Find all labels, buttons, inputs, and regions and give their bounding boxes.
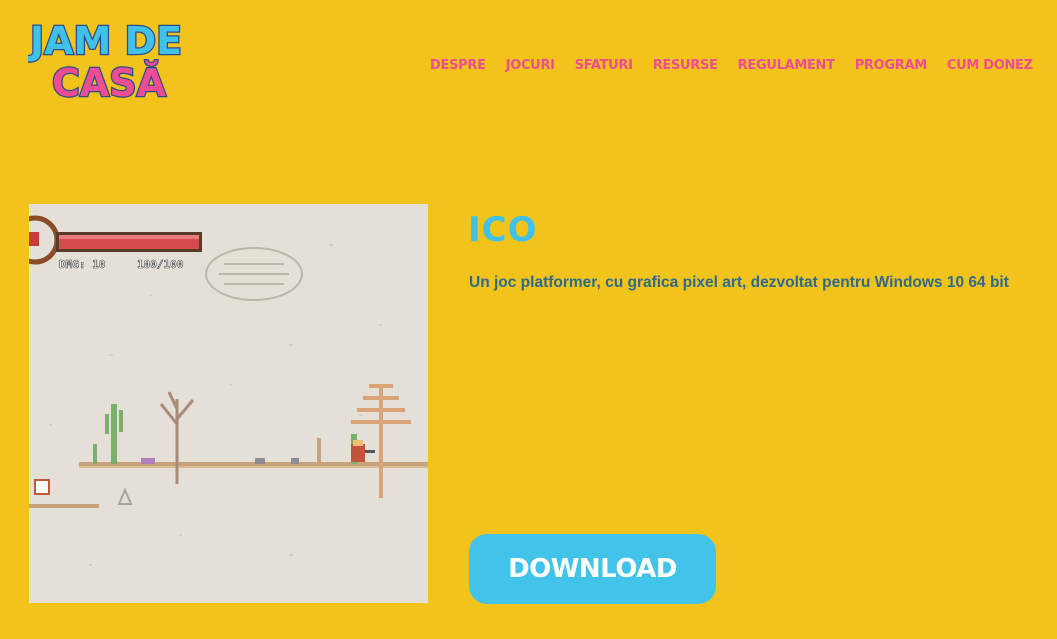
nav-program[interactable]: PROGRAM [855,56,927,76]
hud-dmg-text: DMG: 10 [59,258,105,271]
nav-resurse[interactable]: RESURSE [653,56,718,76]
nav-sfaturi[interactable]: SFATURI [575,56,633,76]
game-screenshot-art: DMG: 10 100/100 [29,204,428,603]
game-description: Un joc platformer, cu grafica pixel art,… [469,274,1009,291]
site-logo[interactable]: JAM DE CASĂ [28,16,196,102]
nav-despre[interactable]: DESPRE [430,56,486,76]
nav-jocuri[interactable]: JOCURI [506,56,555,76]
game-title: ICO [468,210,538,250]
hud-hp-text: 100/100 [137,258,183,271]
logo-line2: CASĂ [52,61,167,102]
download-button[interactable]: DOWNLOAD [469,534,716,604]
game-screenshot: DMG: 10 100/100 [29,204,428,603]
main-nav: DESPRE JOCURI SFATURI RESURSE REGULAMENT… [430,56,1033,76]
logo-line1: JAM DE [28,19,182,63]
nav-regulament[interactable]: REGULAMENT [738,56,835,76]
page: JAM DE CASĂ DESPRE JOCURI SFATURI RESURS… [0,0,1057,639]
nav-cum-donez[interactable]: CUM DONEZ [947,56,1033,76]
